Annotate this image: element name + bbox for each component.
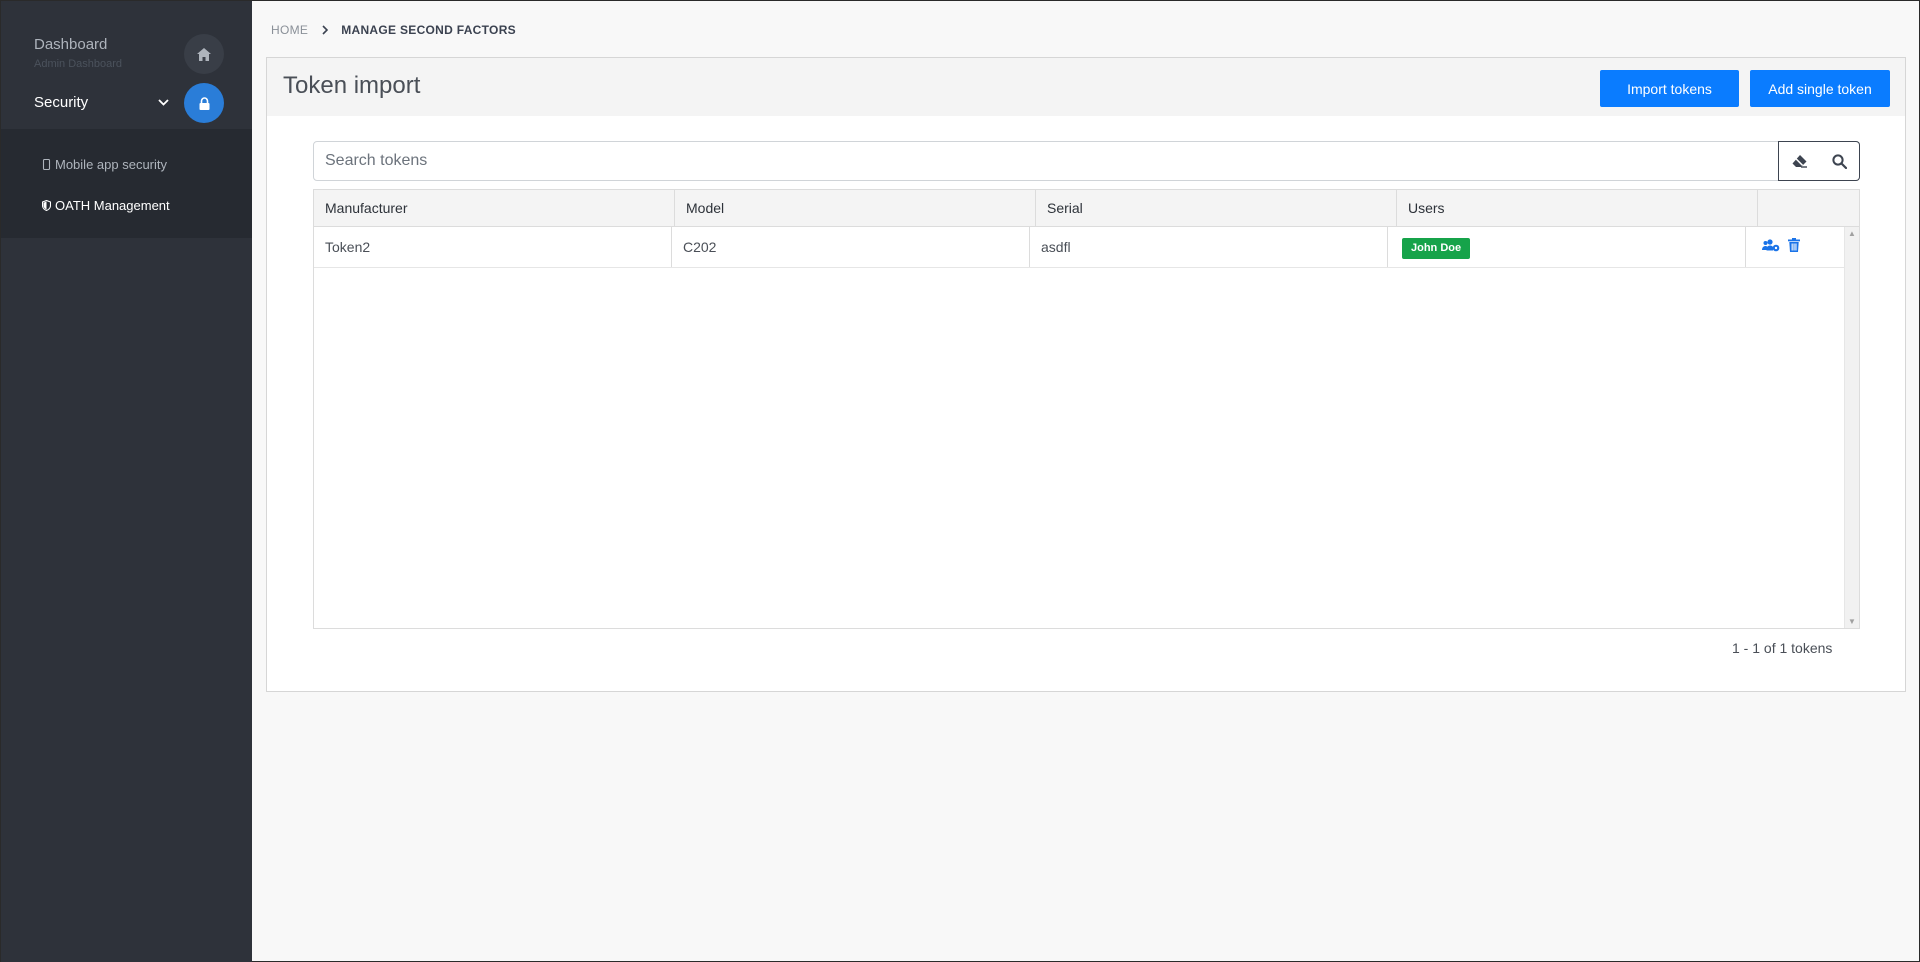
token-import-card: Token import Import tokens Add single to… (266, 57, 1906, 692)
sidebar-item-oath-management[interactable]: OATH Management (42, 198, 170, 213)
scroll-up-icon[interactable]: ▲ (1848, 229, 1856, 238)
search-button[interactable] (1819, 141, 1860, 181)
eraser-icon (1792, 155, 1807, 168)
user-badge[interactable]: John Doe (1402, 237, 1471, 259)
scroll-down-icon[interactable]: ▼ (1848, 617, 1856, 626)
cell-manufacturer: Token2 (314, 227, 672, 267)
column-header-manufacturer[interactable]: Manufacturer (314, 190, 675, 226)
cell-model: C202 (672, 227, 1030, 267)
mobile-phone-icon (42, 159, 51, 170)
breadcrumb-home-link[interactable]: HOME (271, 23, 308, 37)
search-bar (313, 141, 1860, 181)
home-icon (197, 47, 211, 61)
sidebar-header: Dashboard Admin Dashboard Security (1, 1, 252, 129)
tokens-table: Manufacturer Model Serial Users Token2 C… (313, 189, 1860, 629)
security-submenu: Mobile app security OATH Management (1, 129, 252, 238)
sidebar-item-label: OATH Management (55, 198, 170, 213)
security-label: Security (34, 93, 89, 111)
sidebar-item-dashboard[interactable]: Dashboard Admin Dashboard (34, 36, 122, 70)
column-header-users[interactable]: Users (1397, 190, 1758, 226)
cell-actions (1746, 227, 1844, 267)
chevron-right-icon (322, 25, 329, 35)
trash-icon (1788, 238, 1800, 252)
sidebar: Dashboard Admin Dashboard Security Mobil… (1, 1, 252, 962)
sidebar-item-mobile-app-security[interactable]: Mobile app security (42, 157, 167, 172)
sidebar-item-security[interactable]: Security (34, 93, 169, 111)
shield-icon (42, 200, 51, 211)
dashboard-label: Dashboard (34, 36, 108, 53)
table-row[interactable]: Token2 C202 asdfl John Doe (314, 227, 1844, 268)
dashboard-sublabel: Admin Dashboard (34, 58, 123, 70)
breadcrumb: HOME MANAGE SECOND FACTORS (271, 23, 516, 37)
home-button[interactable] (184, 34, 224, 74)
column-header-actions (1758, 190, 1859, 226)
cell-serial: asdfl (1030, 227, 1388, 267)
breadcrumb-current: MANAGE SECOND FACTORS (341, 23, 516, 37)
lock-icon (199, 96, 209, 110)
chevron-down-icon (158, 98, 169, 106)
pager-summary: 1 - 1 of 1 tokens (1732, 640, 1833, 656)
users-cog-icon (1762, 239, 1780, 252)
search-input[interactable] (314, 142, 1778, 180)
column-header-model[interactable]: Model (675, 190, 1036, 226)
assign-users-button[interactable] (1762, 227, 1780, 267)
security-lock-button[interactable] (184, 83, 224, 123)
add-single-token-button[interactable]: Add single token (1750, 70, 1890, 107)
clear-search-button[interactable] (1778, 141, 1820, 181)
search-icon (1831, 153, 1847, 169)
table-header: Manufacturer Model Serial Users (314, 190, 1859, 227)
page-title: Token import (283, 72, 421, 99)
delete-token-button[interactable] (1788, 227, 1800, 267)
column-header-serial[interactable]: Serial (1036, 190, 1397, 226)
import-tokens-button[interactable]: Import tokens (1600, 70, 1739, 107)
cell-users: John Doe (1388, 227, 1746, 267)
sidebar-item-label: Mobile app security (55, 157, 167, 172)
table-body: Token2 C202 asdfl John Doe (314, 227, 1844, 628)
card-header: Token import Import tokens Add single to… (267, 58, 1905, 116)
table-scrollbar[interactable]: ▲ ▼ (1844, 227, 1859, 628)
